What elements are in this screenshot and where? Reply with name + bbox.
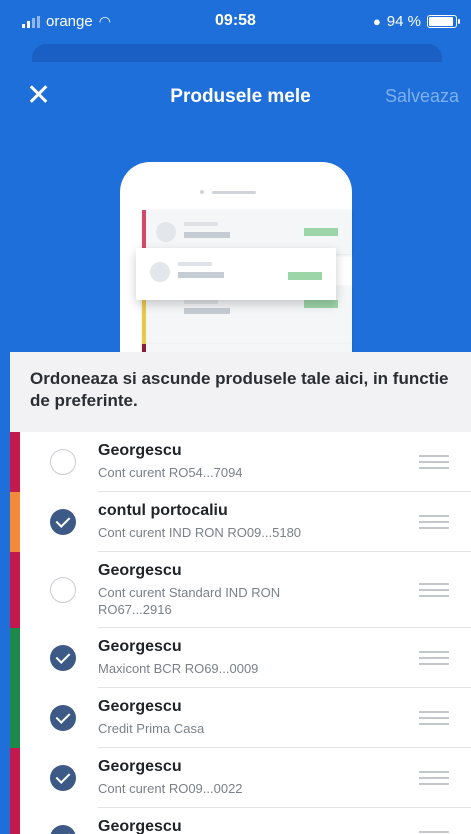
drag-handle-icon[interactable] (419, 711, 449, 725)
drag-handle-icon[interactable] (419, 515, 449, 529)
product-row[interactable]: Georgescu (10, 808, 471, 834)
product-name: Georgescu (98, 638, 182, 655)
product-row[interactable]: contul portocaliu Cont curent IND RON RO0… (10, 492, 471, 552)
products-sheet: ✕ Produsele mele Salveaza Ordoneaza si a… (10, 62, 471, 834)
battery-icon (427, 15, 460, 28)
product-row[interactable]: Georgescu Cont curent RO09...0022 (10, 748, 471, 808)
product-name: Georgescu (98, 818, 182, 834)
product-row[interactable]: Georgescu Cont curent RO54...7094 (10, 432, 471, 492)
alarm-icon: ● (372, 14, 381, 29)
drag-handle-icon[interactable] (419, 651, 449, 665)
product-details: Credit Prima Casa (98, 721, 205, 736)
product-row[interactable]: Georgescu Credit Prima Casa (10, 688, 471, 748)
product-name: Georgescu (98, 758, 182, 775)
product-accent-bar (10, 808, 20, 834)
content-area: Ordoneaza si ascunde produsele tale aici… (10, 352, 471, 834)
product-accent-bar (10, 688, 20, 748)
battery-status: ● 94 % (372, 13, 460, 30)
checked-checkbox[interactable] (50, 509, 76, 535)
checked-checkbox[interactable] (50, 645, 76, 671)
product-row[interactable]: Georgescu Cont curent Standard IND RON RO… (10, 552, 471, 628)
phone-illustration (120, 162, 352, 404)
product-accent-bar (10, 492, 20, 552)
product-row[interactable]: Georgescu Maxicont BCR RO69...0009 (10, 628, 471, 688)
product-details: Cont curent RO54...7094 (98, 465, 243, 480)
checked-checkbox[interactable] (50, 705, 76, 731)
product-accent-bar (10, 748, 20, 808)
instructions-text: Ordoneaza si ascunde produsele tale aici… (30, 369, 449, 410)
save-button[interactable]: Salveaza (385, 86, 459, 107)
product-name: Georgescu (98, 442, 182, 459)
product-details: Maxicont BCR RO69...0009 (98, 661, 259, 676)
product-accent-bar (10, 628, 20, 688)
product-details: Cont curent IND RON RO09...5180 (98, 525, 302, 540)
unchecked-checkbox[interactable] (50, 577, 76, 603)
product-name: Georgescu (98, 562, 182, 579)
unchecked-checkbox[interactable] (50, 449, 76, 475)
drag-handle-icon[interactable] (419, 455, 449, 469)
battery-percent: 94 % (386, 13, 421, 30)
product-details: Cont curent RO09...0022 (98, 781, 243, 796)
drag-handle-icon[interactable] (419, 771, 449, 785)
checked-checkbox[interactable] (50, 765, 76, 791)
product-accent-bar (10, 552, 20, 628)
product-details: Cont curent Standard IND RON RO67...2916 (98, 585, 281, 617)
screen: orange ◠ 09:58 ● 94 % ✕ Produsele mele S… (0, 0, 471, 834)
product-name: Georgescu (98, 698, 182, 715)
product-accent-bar (10, 432, 20, 492)
status-bar: orange ◠ 09:58 ● 94 % (0, 0, 471, 44)
drag-handle-icon[interactable] (419, 583, 449, 597)
illustration-dragged-card (136, 248, 336, 300)
checked-checkbox[interactable] (50, 825, 76, 834)
products-list: Georgescu Cont curent RO54...7094 contul p… (10, 432, 471, 834)
product-name: contul portocaliu (98, 502, 228, 519)
